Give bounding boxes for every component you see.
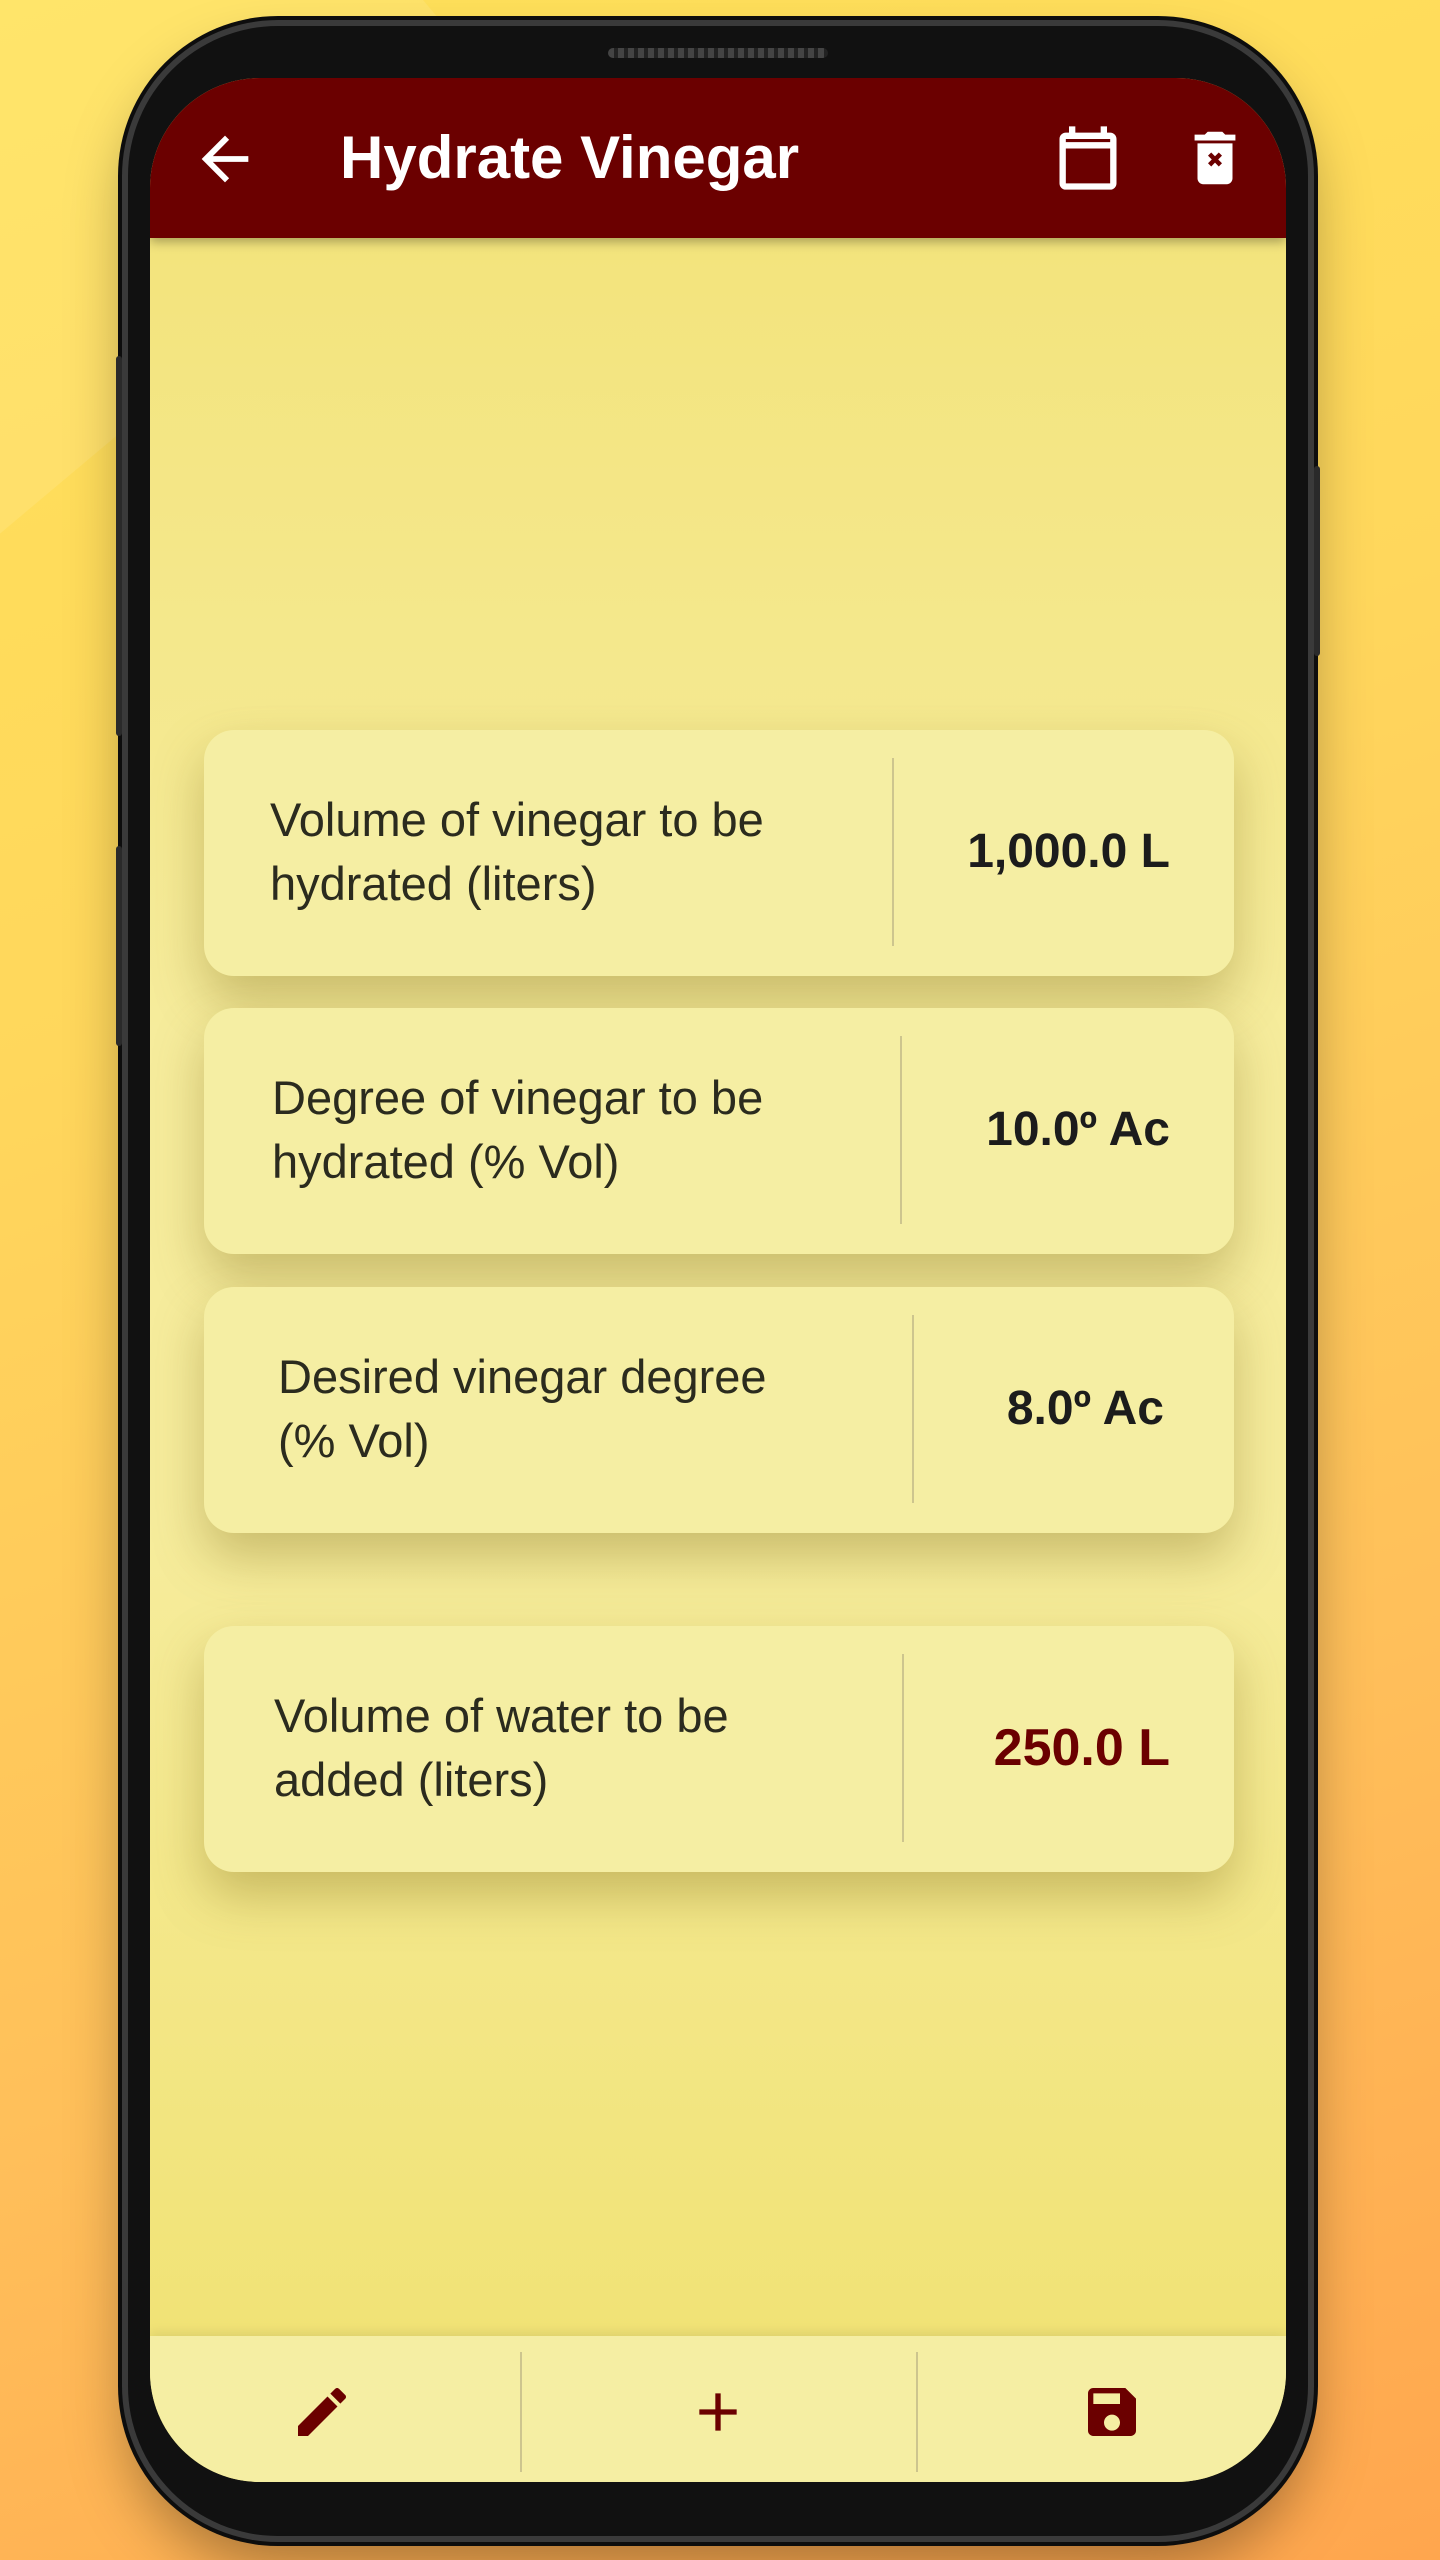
field-label: Desired vinegar degree (% Vol)	[278, 1350, 767, 1467]
floppy-disk-icon[interactable]	[1080, 2380, 1144, 2444]
card-divider	[900, 1036, 902, 1224]
degree-vinegar-card[interactable]: Degree of vinegar to be hydrated (% Vol)…	[204, 1008, 1234, 1254]
field-value: 8.0º Ac	[1006, 1382, 1164, 1435]
volume-vinegar-card[interactable]: Volume of vinegar to be hydrated (liters…	[204, 730, 1234, 976]
arrow-left-icon[interactable]	[190, 124, 260, 194]
phone-speaker	[608, 48, 828, 58]
field-label: Degree of vinegar to be hydrated (% Vol)	[272, 1071, 764, 1188]
toolbar-divider	[916, 2352, 918, 2472]
bottom-toolbar	[150, 2336, 1286, 2482]
field-value: 1,000.0 L	[967, 825, 1170, 878]
field-label: Volume of vinegar to be hydrated (liters…	[270, 793, 764, 910]
phone-power-button	[1314, 466, 1320, 656]
pencil-icon[interactable]	[290, 2380, 354, 2444]
phone-side-button	[116, 846, 122, 1046]
app-screen: Hydrate Vinegar Volume of vinegar to be …	[150, 78, 1286, 2482]
app-bar: Hydrate Vinegar	[150, 78, 1286, 238]
card-divider	[912, 1315, 914, 1503]
result-value: 250.0 L	[993, 1719, 1170, 1777]
card-divider	[902, 1654, 904, 1842]
phone-frame: Hydrate Vinegar Volume of vinegar to be …	[116, 26, 1320, 2536]
water-result-card: Volume of water to be added (liters) 250…	[204, 1626, 1234, 1872]
plus-icon[interactable]	[686, 2380, 750, 2444]
desired-degree-card[interactable]: Desired vinegar degree (% Vol) 8.0º Ac	[204, 1287, 1234, 1533]
page-title: Hydrate Vinegar	[340, 124, 800, 191]
result-label: Volume of water to be added (liters)	[274, 1689, 729, 1806]
toolbar-divider	[520, 2352, 522, 2472]
field-value: 10.0º Ac	[986, 1103, 1170, 1156]
trash-x-icon[interactable]	[1180, 122, 1250, 194]
phone-side-button	[116, 356, 122, 736]
calendar-icon[interactable]	[1050, 120, 1126, 196]
card-divider	[892, 758, 894, 946]
